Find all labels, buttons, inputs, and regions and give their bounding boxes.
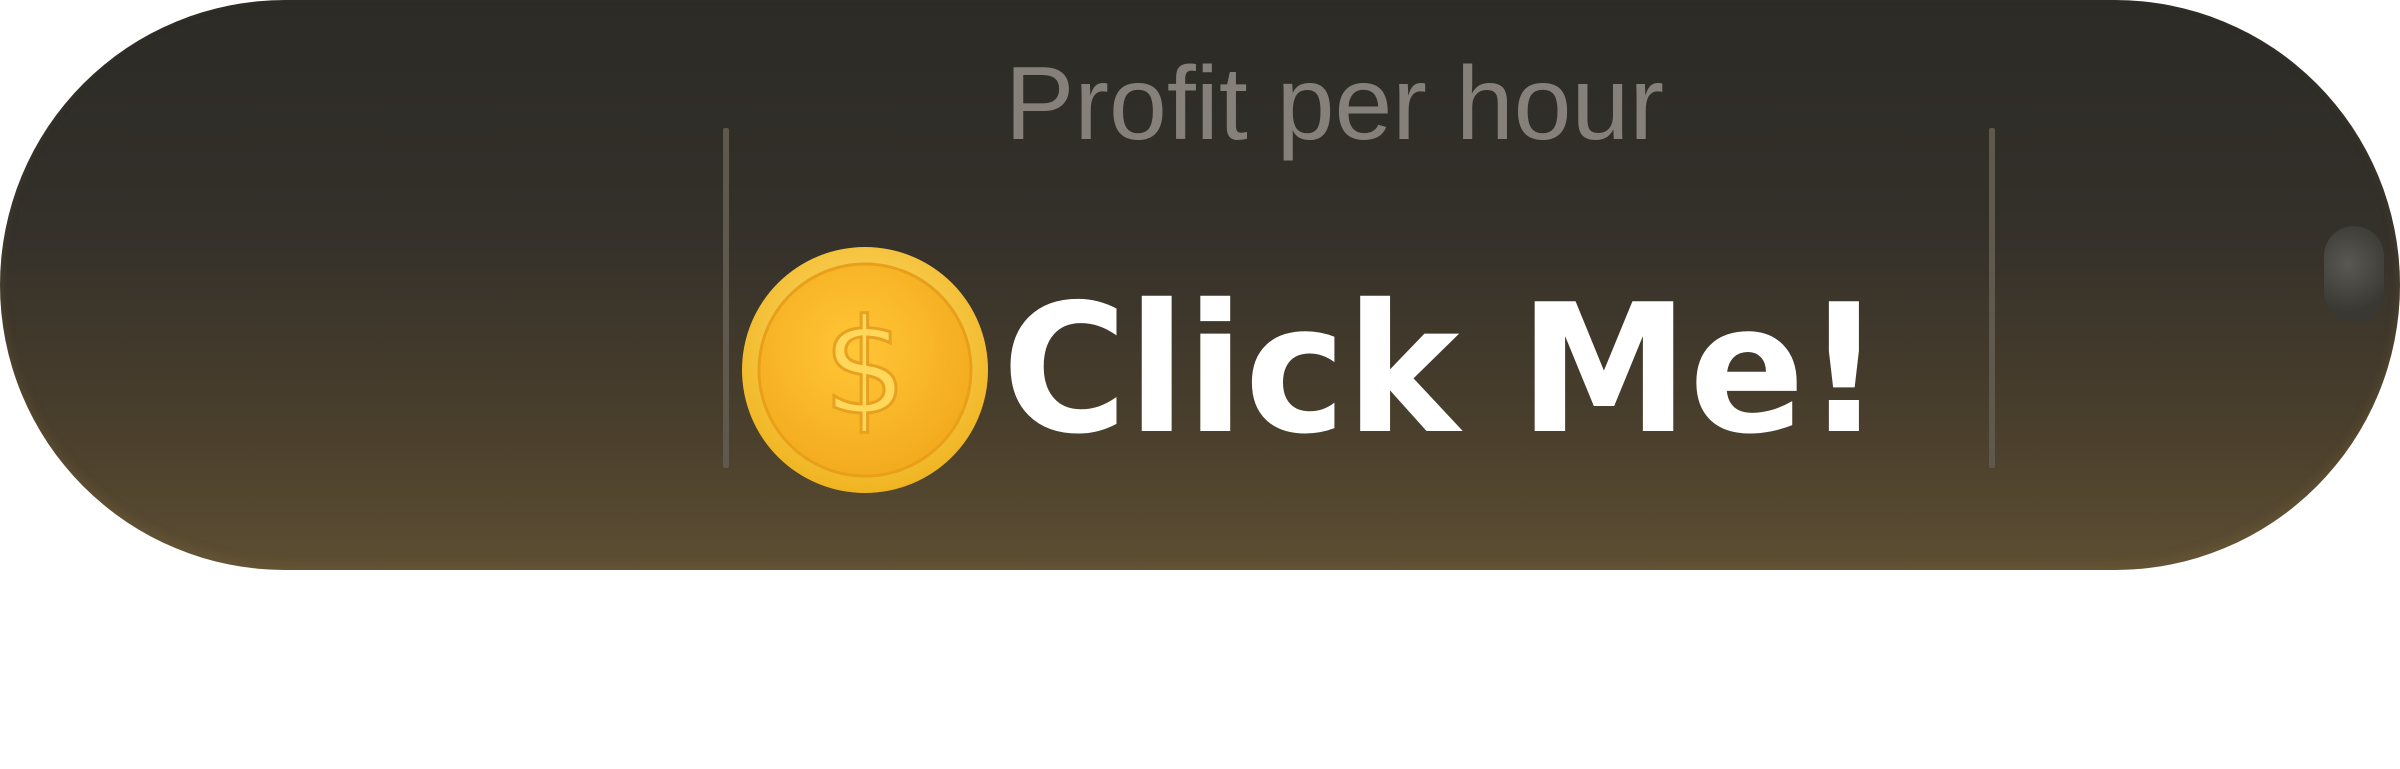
profit-per-hour-label: Profit per hour xyxy=(1005,46,1664,162)
coin-dollar-symbol: $ xyxy=(823,291,907,445)
profit-per-hour-panel: Profit per hour $ Click Me! xyxy=(0,0,2400,570)
side-handle xyxy=(2324,226,2384,322)
right-divider xyxy=(1989,128,1995,468)
gold-coin-icon: $ xyxy=(742,247,988,493)
click-me-button[interactable]: $ Click Me! xyxy=(740,244,1920,496)
page: Profit per hour $ Click Me! xyxy=(0,0,2400,769)
click-me-label: Click Me! xyxy=(1002,266,1883,473)
left-divider xyxy=(723,128,729,468)
